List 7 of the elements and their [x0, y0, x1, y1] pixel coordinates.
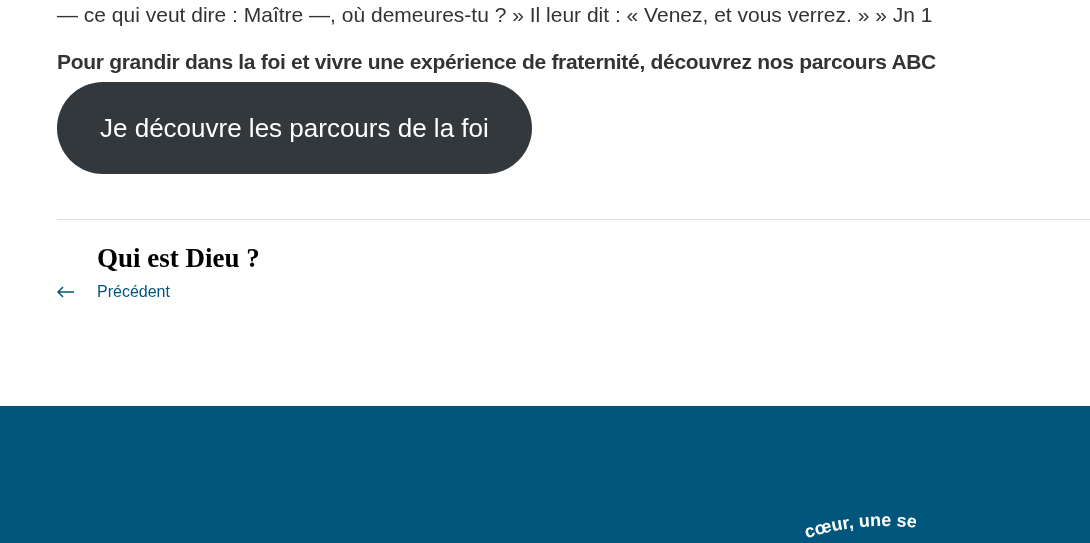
quote-line: — ce qui veut dire : Maître —, où demeures-tu ? » Il leur dit : « Venez, et vous verrez. » » Jn 1: [57, 2, 933, 28]
arrow-left-icon: [57, 286, 75, 298]
circular-tagline: cœur, une se: [795, 506, 975, 543]
discover-button[interactable]: Je découvre les parcours de la foi: [57, 82, 532, 174]
post-title-link[interactable]: Qui est Dieu ?: [97, 240, 260, 276]
previous-link[interactable]: Précédent: [57, 280, 170, 304]
cta-text: Pour grandir dans la foi et vivre une expérience de fraternité, découvrez nos parcours ABC: [57, 49, 936, 75]
